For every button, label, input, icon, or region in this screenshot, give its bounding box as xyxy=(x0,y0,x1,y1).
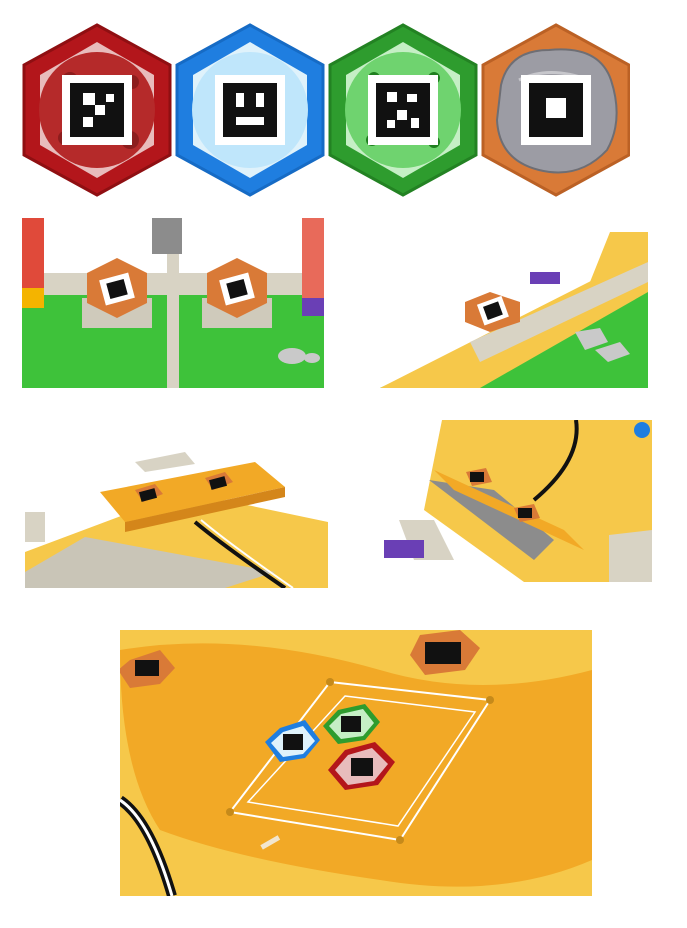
scene-yellow-ramp-left xyxy=(25,452,328,588)
scene-goal-pedestals xyxy=(22,218,324,388)
ice-planet-tile xyxy=(175,23,325,197)
scene-desert-zone xyxy=(120,630,592,896)
hex-tiles-row xyxy=(15,20,630,200)
red-planet-tile xyxy=(22,23,172,197)
rock-tile xyxy=(481,23,630,197)
forest-planet-tile xyxy=(328,23,478,197)
scene-yellow-ramp-right xyxy=(384,420,652,582)
scene-corner-ramp xyxy=(380,232,648,388)
